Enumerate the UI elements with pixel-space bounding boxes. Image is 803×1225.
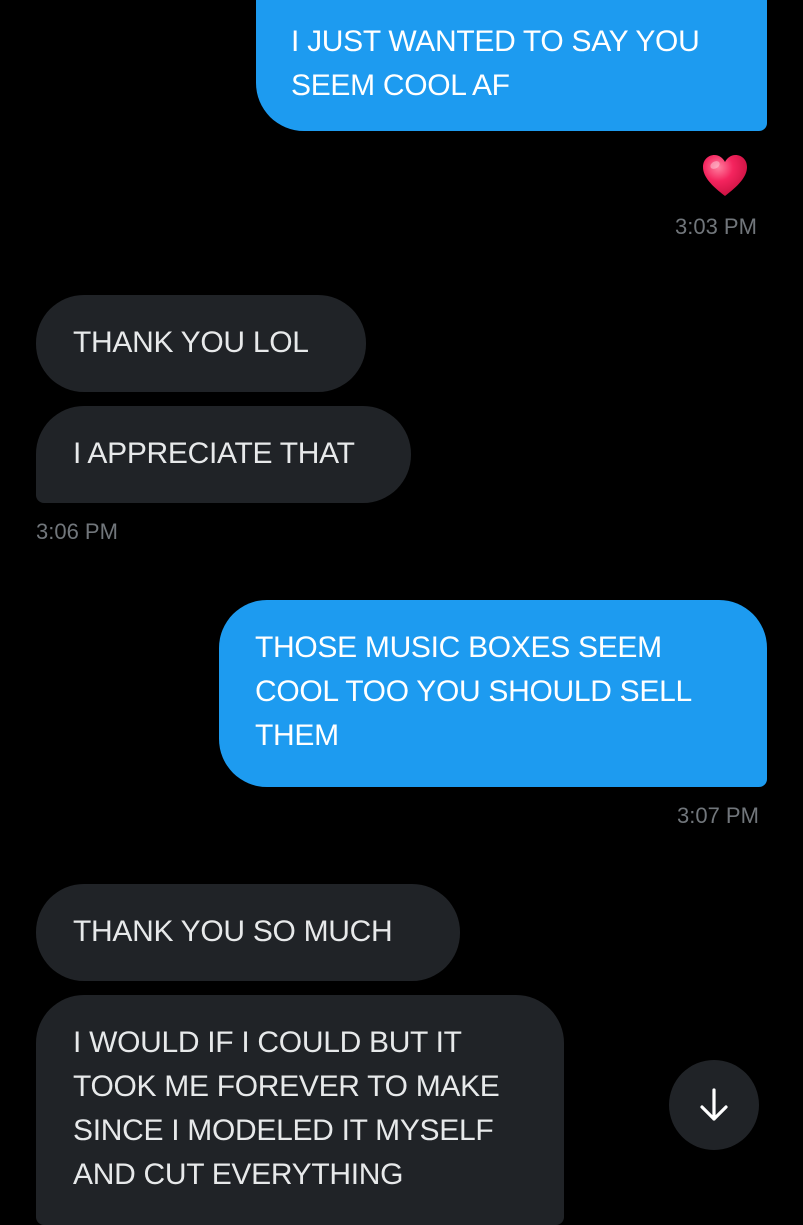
message-bubble-received[interactable]: I APPRECIATE THAT [36, 406, 411, 503]
message-line: THANK YOU LOL [73, 326, 309, 359]
message-bubble-sent[interactable]: THOSE MUSIC BOXES SEEM COOL TOO YOU SHOU… [219, 600, 767, 787]
timestamp: 3:07 PM [677, 803, 759, 828]
message-line: I APPRECIATE THAT [73, 437, 355, 470]
heart-reaction-icon[interactable] [702, 154, 748, 198]
timestamp: 3:06 PM [36, 519, 118, 544]
message-line: I JUST WANTED TO SAY YOU [291, 25, 700, 58]
message-line: I WOULD IF I COULD BUT IT [73, 1026, 462, 1059]
timestamp: 3:03 PM [675, 214, 757, 239]
message-line: THOSE MUSIC BOXES SEEM [255, 631, 662, 664]
message-line: COOL TOO YOU SHOULD SELL [255, 675, 692, 708]
message-bubble-received[interactable]: I WOULD IF I COULD BUT IT TOOK ME FOREVE… [36, 995, 564, 1225]
arrow-down-icon [700, 1088, 728, 1121]
message-bubble-received[interactable]: THANK YOU SO MUCH [36, 884, 460, 981]
message-line: THANK YOU SO MUCH [73, 915, 393, 948]
message-bubble-received[interactable]: THANK YOU LOL [36, 295, 366, 392]
message-line: AND CUT EVERYTHING [73, 1158, 404, 1191]
message-line: SINCE I MODELED IT MYSELF [73, 1114, 494, 1147]
message-line: TOOK ME FOREVER TO MAKE [73, 1070, 500, 1103]
message-line: THEM [255, 719, 339, 752]
scroll-to-bottom-button[interactable] [669, 1060, 759, 1150]
message-line: SEEM COOL AF [291, 69, 510, 102]
message-bubble-sent[interactable]: I JUST WANTED TO SAY YOU SEEM COOL AF [256, 0, 767, 131]
